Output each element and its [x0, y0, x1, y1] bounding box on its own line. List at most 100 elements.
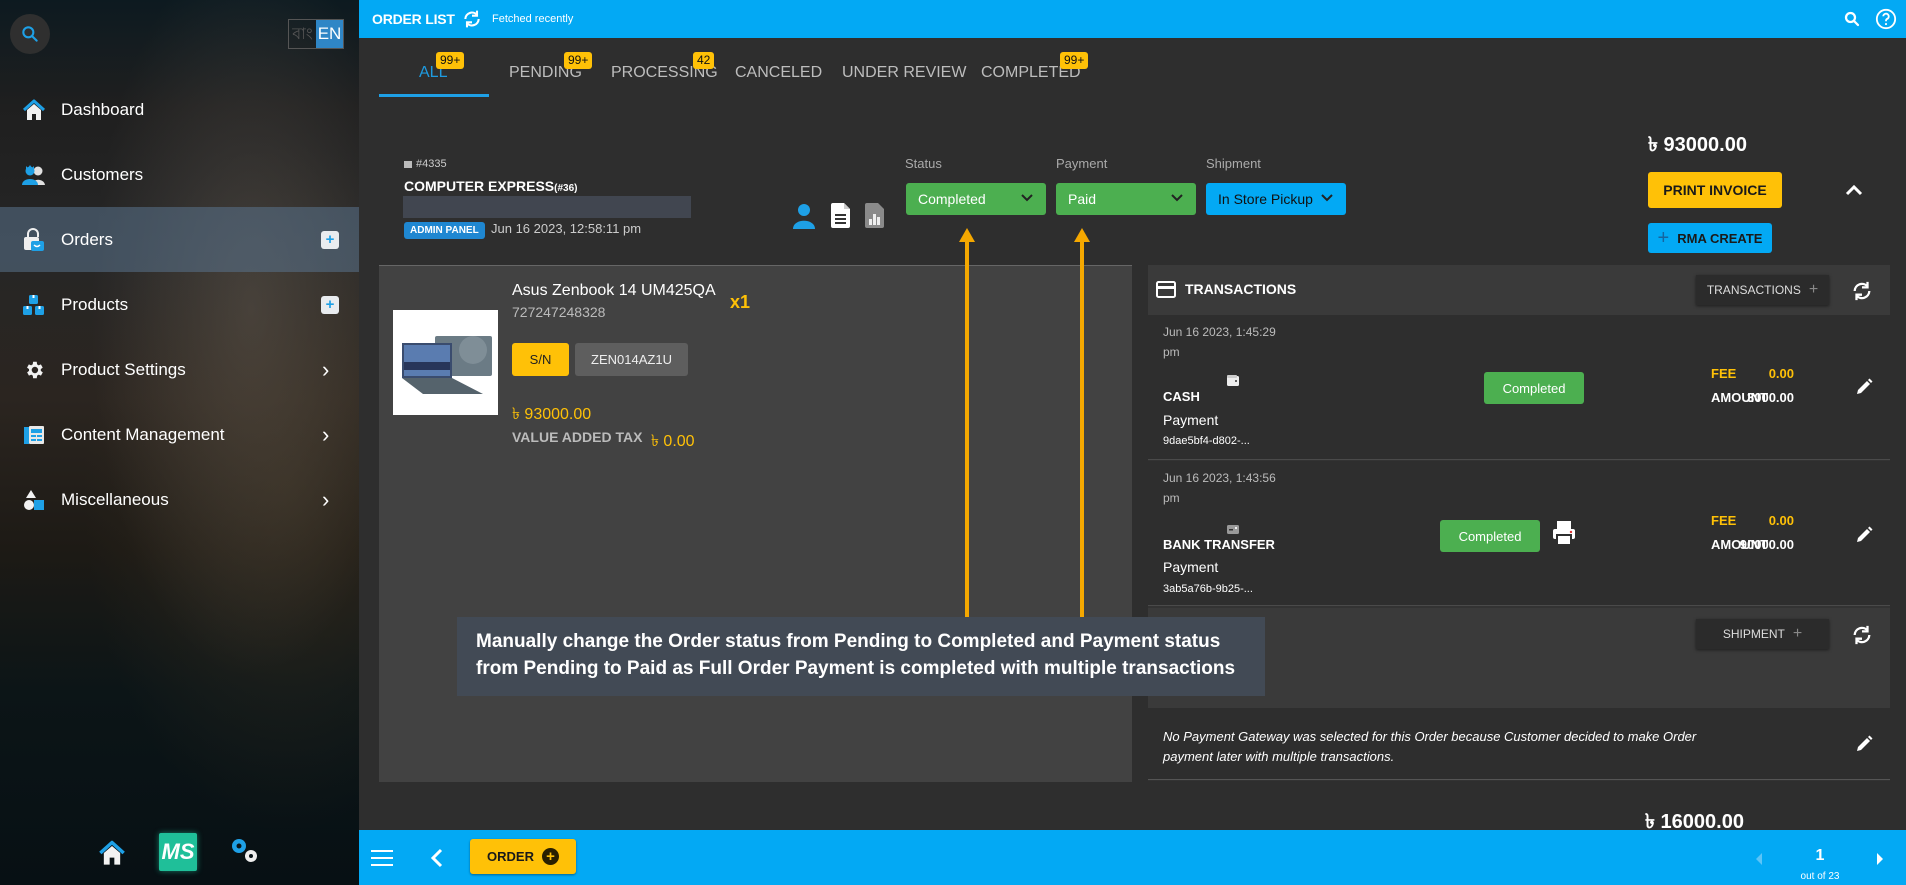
- lang-bn-option[interactable]: বাং: [289, 20, 316, 48]
- chart-document-icon: [865, 203, 884, 228]
- annotation-callout: Manually change the Order status from Pe…: [457, 617, 1265, 696]
- order-note: No Payment Gateway was selected for this…: [1163, 729, 1697, 764]
- order-id[interactable]: #4335: [404, 158, 447, 170]
- chevron-down-icon: [1171, 194, 1183, 202]
- customer-name[interactable]: COMPUTER EXPRESS(#36): [404, 178, 578, 194]
- sidebar-item-product-settings[interactable]: Product Settings ›: [0, 337, 359, 402]
- pencil-icon: [1857, 378, 1873, 394]
- pencil-icon: [1857, 526, 1873, 542]
- serial-number-value[interactable]: ZEN014AZ1U: [575, 343, 688, 376]
- settings-shortcut-button[interactable]: [229, 836, 261, 871]
- laptop-image: [402, 336, 492, 394]
- print-receipt-button[interactable]: [1552, 520, 1576, 551]
- plus-icon: +: [1792, 625, 1803, 642]
- order-source-badge: ADMIN PANEL: [404, 222, 485, 239]
- transaction-type: Payment: [1163, 412, 1219, 428]
- amount-value: 3000.00: [1747, 390, 1794, 405]
- refresh-icon: [1853, 281, 1871, 301]
- chevron-right-icon: ›: [322, 486, 330, 512]
- product-quantity: x1: [730, 292, 751, 312]
- order-status-select[interactable]: Completed: [906, 183, 1046, 215]
- app-logo[interactable]: MS: [159, 833, 197, 871]
- transaction-row: Jun 16 2023, 1:45:29 pm CASH Payment 9da…: [1148, 315, 1890, 460]
- help-button[interactable]: [1875, 8, 1897, 35]
- product-image[interactable]: [393, 310, 498, 415]
- edit-transaction-button[interactable]: [1855, 526, 1873, 549]
- topbar-search-button[interactable]: [1843, 10, 1861, 33]
- shipment-label: Shipment: [1206, 156, 1261, 171]
- product-name[interactable]: Asus Zenbook 14 UM425QA: [512, 282, 716, 300]
- chevron-right-icon: ›: [322, 421, 330, 447]
- add-transaction-button[interactable]: TRANSACTIONS +: [1696, 275, 1829, 305]
- plus-icon: +: [1657, 227, 1670, 249]
- person-icon: [793, 204, 815, 229]
- fee-label: FEE: [1711, 366, 1737, 381]
- chevron-right-icon: ›: [322, 356, 330, 382]
- wallet-icon: [1227, 373, 1239, 391]
- sidebar-item-customers[interactable]: Customers: [0, 142, 359, 207]
- tab-under-review[interactable]: UNDER REVIEW: [842, 64, 966, 82]
- transaction-date: Jun 16 2023, 1:43:56 pm: [1163, 471, 1276, 505]
- sidebar-item-content-management[interactable]: Content Management ›: [0, 402, 359, 467]
- orders-bag-icon: [21, 227, 47, 253]
- add-product-button[interactable]: +: [321, 295, 339, 314]
- page-title: ORDER LIST: [372, 11, 455, 27]
- home-shortcut-button[interactable]: [98, 840, 126, 871]
- hamburger-icon: [371, 850, 393, 866]
- sidebar-item-miscellaneous[interactable]: Miscellaneous ›: [0, 467, 359, 532]
- transaction-date: Jun 16 2023, 1:45:29 pm: [1163, 325, 1276, 359]
- language-switcher[interactable]: বাং EN: [288, 19, 344, 49]
- lang-en-option[interactable]: EN: [316, 20, 343, 48]
- sidebar-item-products[interactable]: Products +: [0, 272, 359, 337]
- edit-transaction-button[interactable]: [1855, 378, 1873, 401]
- document-icon: [831, 203, 850, 228]
- shapes-icon: [21, 487, 47, 513]
- customer-profile-button[interactable]: [793, 203, 815, 234]
- shipment-method-select[interactable]: In Store Pickup: [1206, 183, 1346, 215]
- sidebar-item-label: Product Settings: [61, 359, 186, 379]
- transaction-status-badge: Completed: [1484, 372, 1584, 404]
- sidebar-item-label: Content Management: [61, 424, 225, 444]
- refresh-shipment-button[interactable]: [1851, 624, 1873, 651]
- add-shipment-button[interactable]: SHIPMENT +: [1696, 619, 1829, 649]
- customer-id: (#36): [554, 183, 578, 194]
- transaction-reference[interactable]: 9dae5bf4-d802-...: [1163, 435, 1250, 447]
- refresh-transactions-button[interactable]: [1851, 280, 1873, 307]
- add-transaction-label: TRANSACTIONS: [1706, 283, 1801, 297]
- order-id-text: #4335: [416, 158, 447, 170]
- menu-button[interactable]: [371, 849, 393, 872]
- invoice-document-button[interactable]: [831, 203, 850, 233]
- redacted-address: [403, 196, 691, 218]
- order-status-value: Completed: [918, 191, 986, 207]
- fee-value: 0.00: [1768, 513, 1794, 528]
- payment-status-select[interactable]: Paid: [1056, 183, 1196, 215]
- transaction-reference[interactable]: 3ab5a76b-9b25-...: [1163, 583, 1253, 595]
- transaction-row: Jun 16 2023, 1:43:56 pm BANK TRANSFER Pa…: [1148, 461, 1890, 606]
- add-order-button[interactable]: +: [321, 230, 339, 249]
- next-page-button[interactable]: [1876, 852, 1884, 870]
- tab-canceled[interactable]: CANCELED: [735, 64, 822, 82]
- print-invoice-button[interactable]: PRINT INVOICE: [1648, 172, 1782, 208]
- fee-label: FEE: [1711, 513, 1737, 528]
- search-icon: [1844, 11, 1860, 27]
- back-button[interactable]: [430, 848, 444, 873]
- sidebar-item-orders[interactable]: Orders +: [0, 207, 359, 272]
- order-report-button[interactable]: [865, 203, 884, 233]
- edit-note-button[interactable]: [1855, 735, 1873, 758]
- chevron-down-icon: [1021, 194, 1033, 202]
- rma-create-button[interactable]: + RMA CREATE: [1648, 223, 1772, 253]
- transaction-method: BANK TRANSFER: [1163, 537, 1275, 552]
- search-icon: [22, 26, 38, 42]
- previous-page-button[interactable]: [1755, 852, 1763, 870]
- products-boxes-icon: [21, 292, 47, 318]
- amount-value: 90000.00: [1739, 537, 1794, 552]
- sidebar-search-button[interactable]: [10, 14, 50, 54]
- annotation-arrowhead: [959, 228, 975, 242]
- tab-badge: 99+: [1060, 52, 1089, 69]
- chevron-down-icon: [1321, 194, 1333, 202]
- order-date: Jun 16 2023, 12:58:11 pm: [491, 221, 642, 236]
- refresh-list-button[interactable]: [461, 9, 483, 34]
- collapse-order-button[interactable]: [1845, 183, 1863, 201]
- create-order-button[interactable]: ORDER +: [470, 839, 576, 874]
- sidebar-item-dashboard[interactable]: Dashboard: [0, 77, 359, 142]
